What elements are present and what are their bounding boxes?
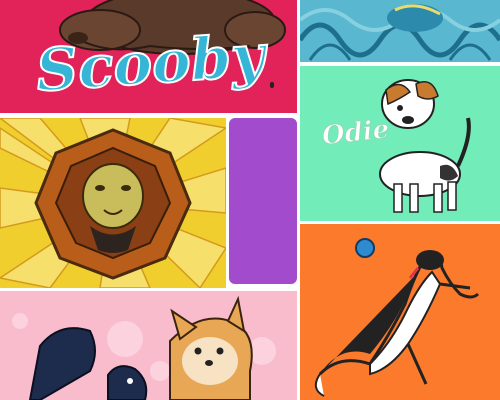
border-collie-illustration — [314, 238, 480, 397]
pomeranian-art-tile[interactable] — [0, 291, 297, 400]
blue-pattern-art-tile[interactable] — [300, 0, 500, 62]
signature-mark — [270, 82, 274, 88]
purple-art-tile[interactable] — [229, 118, 297, 284]
scooby-art-tile[interactable]: Scooby — [0, 0, 297, 113]
odie-dog-illustration — [379, 79, 471, 213]
lion-illustration — [0, 118, 226, 288]
blue-pattern-illustration — [300, 0, 500, 62]
lion-art-tile[interactable] — [0, 118, 226, 288]
border-collie-art-tile[interactable] — [300, 224, 500, 400]
odie-art-tile[interactable]: Odie — [300, 66, 500, 221]
pomeranian-illustration — [12, 295, 276, 400]
